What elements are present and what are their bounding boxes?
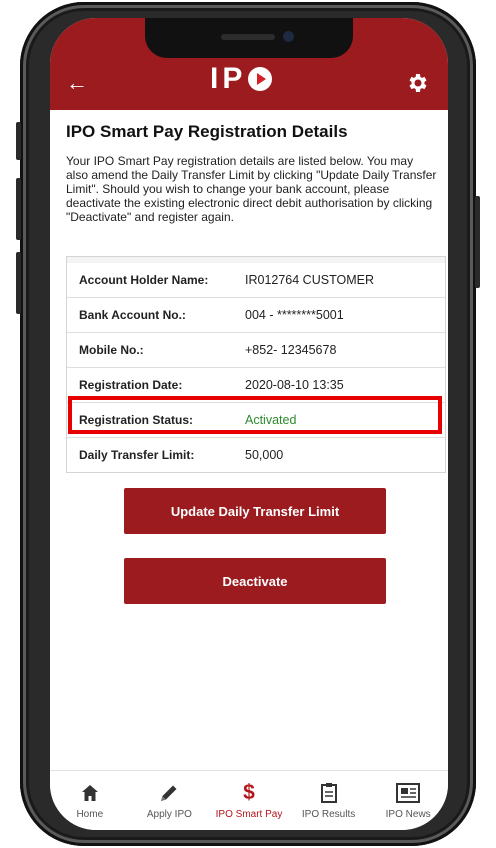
detail-row: Mobile No.: +852- 12345678: [67, 333, 445, 368]
detail-row: Daily Transfer Limit: 50,000: [67, 438, 445, 472]
detail-label: Daily Transfer Limit:: [79, 448, 195, 462]
detail-value: IR012764 CUSTOMER: [245, 273, 374, 287]
logo-play-icon: [248, 67, 273, 91]
nav-label: IPO News: [385, 809, 431, 820]
nav-item-ipo-smart-pay[interactable]: $ IPO Smart Pay: [209, 771, 289, 830]
clipboard-icon: [320, 781, 338, 805]
page-description: Your IPO Smart Pay registration details …: [66, 154, 437, 224]
detail-label: Account Holder Name:: [79, 273, 209, 287]
side-button: [16, 252, 21, 314]
status-highlight-box: [68, 396, 442, 434]
deactivate-button[interactable]: Deactivate: [124, 558, 386, 604]
detail-label: Mobile No.:: [79, 343, 144, 357]
main-content: IPO Smart Pay Registration Details Your …: [50, 110, 448, 770]
logo-text: IP: [210, 62, 247, 95]
nav-item-home[interactable]: Home: [50, 771, 130, 830]
side-button: [16, 178, 21, 240]
newspaper-icon: [395, 781, 421, 805]
nav-item-ipo-results[interactable]: IPO Results: [289, 771, 369, 830]
dollar-icon: $: [243, 781, 255, 804]
detail-value: 50,000: [245, 448, 284, 462]
detail-row: Account Holder Name: IR012764 CUSTOMER: [67, 263, 445, 298]
pencil-icon: [158, 781, 180, 805]
bottom-nav: Home Apply IPO $ IPO Smart Pay IPO Resul…: [50, 770, 448, 830]
registration-details-table: Account Holder Name: IR012764 CUSTOMER B…: [66, 256, 446, 473]
nav-label: Home: [76, 809, 104, 820]
page-title: IPO Smart Pay Registration Details: [66, 122, 348, 141]
update-limit-button[interactable]: Update Daily Transfer Limit: [124, 488, 386, 534]
nav-label: Apply IPO: [146, 809, 192, 820]
nav-label: IPO Results: [301, 809, 356, 820]
detail-value: 2020-08-10 13:35: [245, 378, 344, 392]
detail-label: Registration Date:: [79, 378, 183, 392]
phone-screen: ← IP IPO Smart Pay Registration Details …: [50, 18, 448, 830]
detail-value: 004 - ********5001: [245, 308, 344, 322]
gear-icon[interactable]: [406, 71, 430, 95]
speaker: [221, 34, 275, 40]
home-icon: [80, 781, 100, 805]
detail-value: +852- 12345678: [245, 343, 337, 357]
nav-label: IPO Smart Pay: [215, 809, 283, 820]
side-button: [16, 122, 21, 160]
side-button: [475, 196, 480, 288]
camera: [283, 31, 294, 42]
notch: [145, 18, 353, 58]
nav-item-ipo-news[interactable]: IPO News: [368, 771, 448, 830]
back-arrow-icon[interactable]: ←: [64, 70, 90, 96]
nav-item-apply-ipo[interactable]: Apply IPO: [130, 771, 210, 830]
ipo-logo: IP: [210, 62, 273, 96]
detail-label: Bank Account No.:: [79, 308, 186, 322]
detail-row: Bank Account No.: 004 - ********5001: [67, 298, 445, 333]
